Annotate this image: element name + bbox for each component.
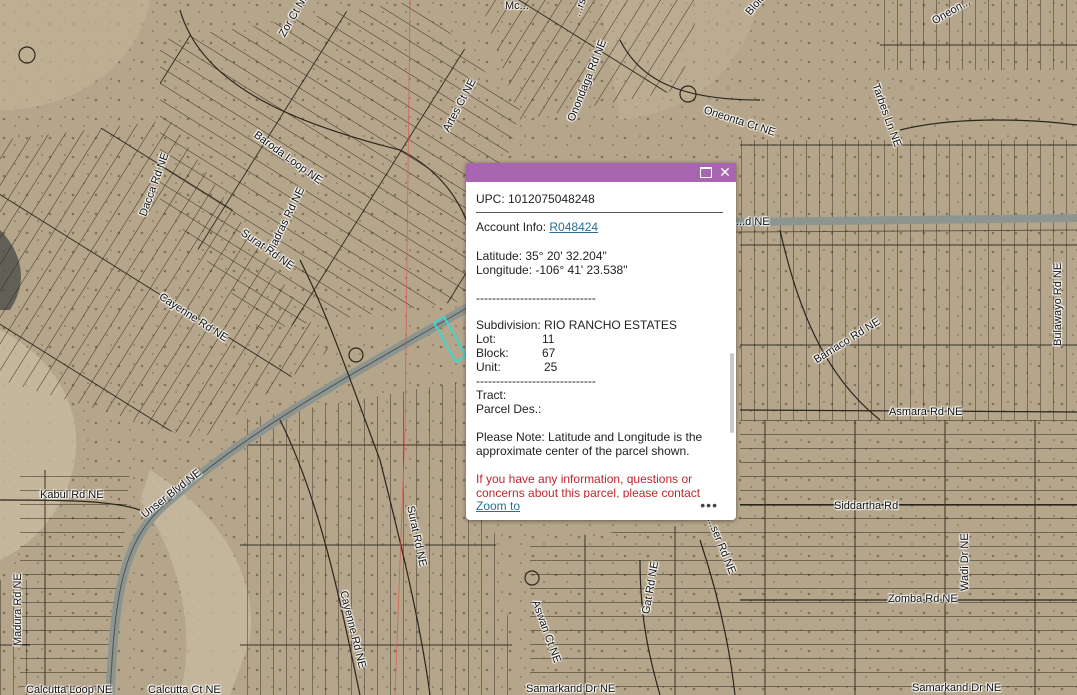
road-label: Samarkand Dr NE xyxy=(912,682,1002,694)
parcel-info-popup: ✕ UPC: 1012075048248 Account Info: R0484… xyxy=(466,163,736,520)
road-label: Bulawayo Rd NE xyxy=(1052,262,1064,346)
maximize-button[interactable] xyxy=(697,164,715,181)
block-row: Block: 67 xyxy=(476,346,676,360)
block-value: 67 xyxy=(542,346,556,360)
road-label: Siddartha Rd xyxy=(834,500,899,512)
lot-row: Lot: 11 xyxy=(476,332,676,346)
map-view[interactable]: Zor Ct NE Mc... ...rs Rd NE Blois Oneon.… xyxy=(0,0,1077,695)
subdivision-text: Subdivision: RIO RANCHO ESTATES xyxy=(476,318,677,332)
unit-label: Unit: xyxy=(476,360,501,374)
lot-value: 11 xyxy=(542,332,555,346)
note-text-line: approximate center of the parcel shown. xyxy=(476,444,690,458)
separator-text: ------------------------------ xyxy=(476,291,596,305)
separator-text: ------------------------------ xyxy=(476,374,596,388)
road-label: ...d NE xyxy=(736,216,770,228)
unit-value: 25 xyxy=(544,360,558,374)
popup-header: ✕ xyxy=(466,163,736,182)
close-icon: ✕ xyxy=(719,164,731,180)
tract-label: Tract: xyxy=(476,388,507,402)
block-label: Block: xyxy=(476,346,509,360)
maximize-icon xyxy=(700,166,712,178)
popup-content: UPC: 1012075048248 Account Info: R048424… xyxy=(476,192,726,498)
close-button[interactable]: ✕ xyxy=(716,164,734,181)
road-label: Wadi Dr NE xyxy=(959,533,971,591)
account-info-row: Account Info: R048424 xyxy=(476,220,598,234)
road-label: Mc... xyxy=(505,0,529,12)
latitude-text: Latitude: 35° 20' 32.204" xyxy=(476,249,607,263)
lot-label: Lot: xyxy=(476,332,497,346)
road-label: Calcutta Ct NE xyxy=(148,684,221,695)
contact-text-line: If you have any information, questions o… xyxy=(476,472,693,486)
parcel-des-label: Parcel Des.: xyxy=(476,402,542,416)
road-label: Asmara Rd NE xyxy=(889,406,963,418)
popup-scrollbar[interactable] xyxy=(730,353,734,433)
longitude-text: Longitude: -106° 41' 23.538" xyxy=(476,263,628,277)
zoom-to-link[interactable]: Zoom to xyxy=(476,499,520,513)
road-label: Samarkand Dr NE xyxy=(526,683,616,695)
road-label: Madura Rd NE xyxy=(12,573,24,646)
unit-row: Unit: 25 xyxy=(476,360,676,374)
road-label: Kabul Rd NE xyxy=(40,489,104,501)
account-label: Account Info: xyxy=(476,220,547,234)
road-label: Calcutta Loop NE xyxy=(26,684,113,695)
road-label: Zomba Rd NE xyxy=(888,593,958,605)
title-divider xyxy=(476,212,723,213)
note-text-line: Please Note: Latitude and Longitude is t… xyxy=(476,430,703,444)
more-options-icon[interactable]: ••• xyxy=(700,497,718,513)
account-link[interactable]: R048424 xyxy=(549,220,598,234)
upc-text: UPC: 1012075048248 xyxy=(476,192,595,206)
popup-footer: Zoom to ••• xyxy=(476,497,726,515)
contact-text-line: concerns about this parcel, please conta… xyxy=(476,486,701,498)
